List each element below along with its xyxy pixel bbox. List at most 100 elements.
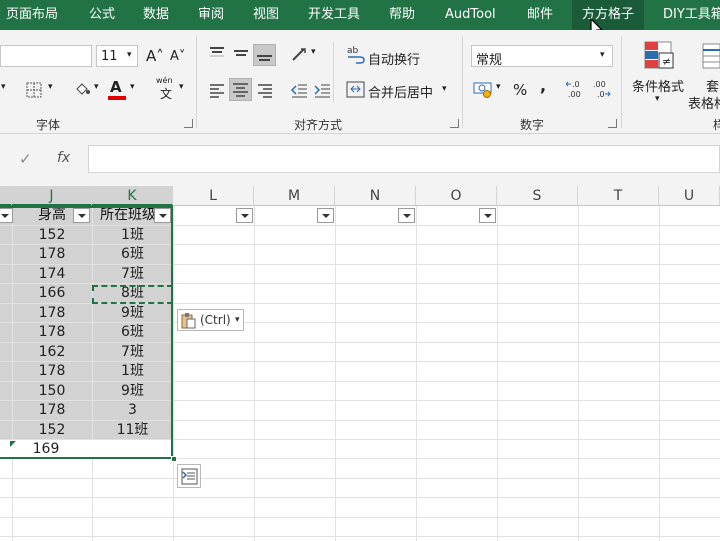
decrease-indent-icon[interactable] — [290, 82, 308, 98]
column-header-o[interactable]: O — [416, 186, 497, 206]
formula-input[interactable] — [88, 145, 720, 173]
filter-dropdown-m[interactable] — [317, 208, 334, 223]
font-name-combo[interactable] — [0, 45, 92, 67]
chevron-down-icon[interactable]: ▾ — [1, 82, 6, 92]
percent-style-button[interactable]: % — [513, 81, 527, 99]
font-dialog-launcher[interactable] — [184, 119, 193, 128]
column-header-k[interactable]: K — [92, 186, 173, 206]
increase-decimal-icon[interactable]: .0 .00 — [566, 78, 586, 100]
svg-text:ab: ab — [347, 46, 359, 56]
filter-dropdown-n[interactable] — [398, 208, 415, 223]
tab-view[interactable]: 视图 — [253, 0, 279, 30]
svg-text:.0: .0 — [597, 90, 605, 99]
chevron-down-icon: ▾ — [235, 315, 240, 325]
wrap-text-label[interactable]: 自动换行 — [368, 49, 420, 68]
chevron-down-icon[interactable]: ▾ — [94, 82, 99, 92]
tab-developer[interactable]: 开发工具 — [308, 0, 360, 30]
grid-line — [0, 477, 720, 479]
chevron-down-icon[interactable]: ▾ — [496, 82, 501, 92]
styles-group-label: 样 — [713, 118, 720, 132]
number-group-label: 数字 — [520, 118, 545, 132]
filter-dropdown-o[interactable] — [479, 208, 496, 223]
clipboard-icon — [181, 313, 196, 329]
svg-text:.0: .0 — [572, 80, 580, 89]
ribbon: 11 ▾ A˄ A˅ ▾ ▾ ▾ A ▾ wén 文 ▾ 字体 ▾ ab 自动换… — [0, 30, 720, 134]
grid-line — [0, 536, 720, 538]
align-center-icon — [233, 83, 248, 97]
format-as-table-label-2[interactable]: 表格格 — [688, 93, 720, 112]
grid-line — [0, 516, 720, 518]
align-top-icon[interactable] — [208, 46, 226, 62]
number-format-value: 常规 — [476, 53, 503, 68]
column-header-s[interactable]: S — [497, 186, 578, 206]
fill-color-icon[interactable] — [73, 80, 91, 98]
paste-options-button[interactable]: (Ctrl) ▾ — [177, 309, 244, 331]
tab-formulas[interactable]: 公式 — [89, 0, 115, 30]
grid-line — [416, 206, 417, 541]
filter-dropdown-l[interactable] — [236, 208, 253, 223]
group-separator — [462, 36, 463, 128]
number-dialog-launcher[interactable] — [608, 119, 617, 128]
column-header-n[interactable]: N — [335, 186, 416, 206]
wrap-text-icon[interactable]: ab — [346, 44, 366, 64]
merge-center-icon[interactable] — [346, 80, 366, 100]
tab-help[interactable]: 帮助 — [389, 0, 415, 30]
copy-marquee — [92, 285, 173, 304]
grow-font-button[interactable]: A˄ — [146, 47, 164, 65]
conditional-formatting-label[interactable]: 条件格式 — [632, 76, 684, 95]
column-header-m[interactable]: M — [254, 186, 335, 206]
align-center-button[interactable] — [229, 78, 252, 101]
tab-fangfang[interactable]: 方方格子 — [572, 0, 645, 30]
column-header-j[interactable]: J — [12, 186, 92, 206]
accounting-format-icon[interactable] — [473, 80, 495, 98]
decrease-decimal-icon[interactable]: .00 .0 — [591, 78, 611, 100]
ribbon-tab-bar: 页面布局 公式 数据 审阅 视图 开发工具 帮助 AudTool 邮件 方方格子… — [0, 0, 720, 30]
chevron-down-icon[interactable]: ▾ — [655, 94, 660, 104]
grid-line — [0, 497, 720, 499]
tab-page-layout[interactable]: 页面布局 — [6, 0, 58, 30]
group-separator — [621, 36, 622, 128]
alignment-dialog-launcher[interactable] — [450, 119, 459, 128]
tab-mail[interactable]: 邮件 — [527, 0, 553, 30]
selection-border — [0, 206, 173, 459]
insert-function-button[interactable]: fx — [57, 150, 70, 166]
font-size-combo[interactable]: 11 ▾ — [96, 45, 138, 67]
format-as-table-icon[interactable] — [700, 42, 720, 70]
align-left-icon[interactable] — [208, 82, 226, 98]
phonetic-button[interactable]: wén 文 — [156, 76, 178, 101]
column-header-t[interactable]: T — [578, 186, 659, 206]
chevron-down-icon[interactable]: ▾ — [442, 84, 447, 94]
align-right-icon[interactable] — [256, 82, 274, 98]
cancel-entry-icon[interactable]: ✓ — [19, 150, 32, 168]
quick-analysis-button[interactable] — [177, 464, 201, 488]
shrink-font-button[interactable]: A˅ — [170, 49, 185, 64]
chevron-down-icon[interactable]: ▾ — [130, 82, 135, 92]
comma-style-button[interactable]: , — [540, 76, 546, 95]
grid-line — [335, 206, 336, 541]
column-header-u[interactable]: U — [659, 186, 720, 206]
grid-line — [173, 206, 174, 541]
merge-center-label[interactable]: 合并后居中 — [368, 82, 433, 101]
font-color-glyph: A — [110, 78, 122, 96]
phonetic-char: 文 — [160, 87, 173, 101]
tab-review[interactable]: 审阅 — [198, 0, 224, 30]
column-header-l[interactable]: L — [173, 186, 254, 206]
chevron-down-icon[interactable]: ▾ — [48, 82, 53, 92]
tab-diy-toolbox[interactable]: DIY工具箱 — [663, 0, 720, 30]
tab-audtool[interactable]: AudTool — [445, 0, 496, 30]
column-header-i[interactable] — [0, 186, 12, 206]
svg-text:.00: .00 — [568, 90, 581, 99]
font-group-label: 字体 — [36, 118, 61, 132]
conditional-formatting-icon[interactable]: ≠ — [643, 40, 675, 72]
increase-indent-icon[interactable] — [313, 82, 331, 98]
group-separator — [333, 42, 334, 102]
orientation-icon[interactable] — [290, 44, 310, 64]
chevron-down-icon[interactable]: ▾ — [179, 82, 184, 92]
borders-icon[interactable] — [26, 82, 42, 98]
tab-data[interactable]: 数据 — [143, 0, 169, 30]
chevron-down-icon[interactable]: ▾ — [311, 47, 316, 57]
align-bottom-button[interactable] — [253, 44, 276, 66]
align-middle-icon[interactable] — [232, 46, 250, 62]
number-format-combo[interactable]: 常规 ▾ — [471, 45, 613, 68]
fill-handle[interactable] — [171, 456, 177, 462]
